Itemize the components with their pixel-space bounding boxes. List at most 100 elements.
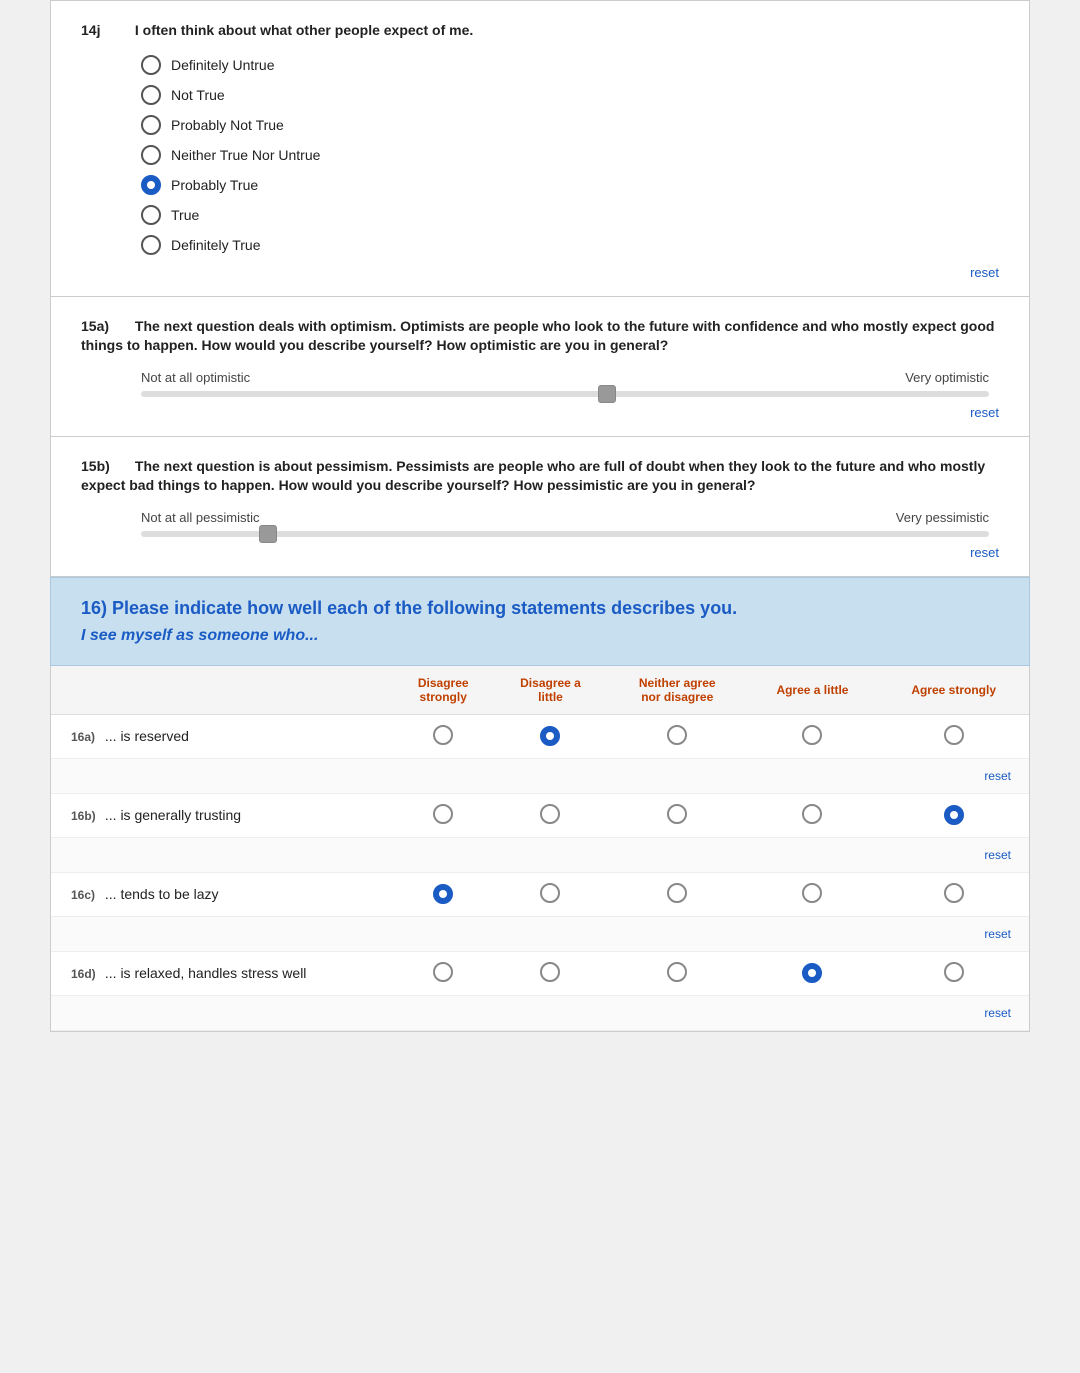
row-16a-n[interactable]: [608, 714, 747, 758]
row-16d-as[interactable]: [878, 951, 1029, 995]
q15a-slider-thumb[interactable]: [598, 385, 616, 403]
row-16c-as[interactable]: [878, 872, 1029, 916]
q15b-reset[interactable]: reset: [81, 545, 999, 560]
row-16c-al[interactable]: [747, 872, 879, 916]
table-header-row: Disagreestrongly Disagree alittle Neithe…: [51, 666, 1029, 715]
row-16a-ds[interactable]: [393, 714, 493, 758]
section-16-subtitle: I see myself as someone who...: [81, 627, 999, 645]
list-item[interactable]: True: [141, 205, 999, 225]
row-16c-reset-row: reset: [51, 916, 1029, 951]
row-16d-al[interactable]: [747, 951, 879, 995]
row-16b-al[interactable]: [747, 793, 879, 837]
radio-neither-true-nor-untrue[interactable]: [141, 145, 161, 165]
list-item[interactable]: Definitely True: [141, 235, 999, 255]
row-16c-n[interactable]: [608, 872, 747, 916]
radio-true[interactable]: [141, 205, 161, 225]
list-item[interactable]: Not True: [141, 85, 999, 105]
radio-16d-ds[interactable]: [433, 962, 453, 982]
table-row: 16d) ... is relaxed, handles stress well: [51, 951, 1029, 995]
option-label: Probably Not True: [171, 117, 284, 133]
radio-16c-dl[interactable]: [540, 883, 560, 903]
option-label: True: [171, 207, 199, 223]
radio-16c-ds[interactable]: [433, 884, 453, 904]
radio-definitely-true[interactable]: [141, 235, 161, 255]
q15b-slider-thumb[interactable]: [259, 525, 277, 543]
row-16c-reset[interactable]: reset: [59, 927, 1021, 941]
row-16a-al[interactable]: [747, 714, 879, 758]
row-16b-dl[interactable]: [493, 793, 608, 837]
row-16d-dl[interactable]: [493, 951, 608, 995]
question-15a-label: 15a) The next question deals with optimi…: [81, 317, 999, 356]
radio-16d-n[interactable]: [667, 962, 687, 982]
row-16b-ds[interactable]: [393, 793, 493, 837]
list-item[interactable]: Probably Not True: [141, 115, 999, 135]
option-label: Not True: [171, 87, 225, 103]
question-15b-label: 15b) The next question is about pessimis…: [81, 457, 999, 496]
row-16d-ds[interactable]: [393, 951, 493, 995]
row-16a-as[interactable]: [878, 714, 1029, 758]
option-label: Definitely Untrue: [171, 57, 275, 73]
row-16c-dl[interactable]: [493, 872, 608, 916]
question-15a: 15a) The next question deals with optimi…: [50, 297, 1030, 437]
radio-probably-not-true[interactable]: [141, 115, 161, 135]
q15b-slider-wrapper: [141, 531, 989, 537]
row-16b-n[interactable]: [608, 793, 747, 837]
q15a-left-label: Not at all optimistic: [141, 370, 250, 385]
col-statement: [51, 666, 393, 715]
option-label: Probably True: [171, 177, 258, 193]
section-16-header: 16) Please indicate how well each of the…: [50, 577, 1030, 666]
table-row: 16a) ... is reserved: [51, 714, 1029, 758]
radio-16a-as[interactable]: [944, 725, 964, 745]
radio-16d-as[interactable]: [944, 962, 964, 982]
radio-16d-dl[interactable]: [540, 962, 560, 982]
row-16a-text: ... is reserved: [105, 728, 189, 744]
radio-16a-n[interactable]: [667, 725, 687, 745]
radio-probably-true[interactable]: [141, 175, 161, 195]
q15b-right-label: Very pessimistic: [896, 510, 989, 525]
row-16c-ds[interactable]: [393, 872, 493, 916]
row-16a-reset[interactable]: reset: [59, 769, 1021, 783]
list-item[interactable]: Probably True: [141, 175, 999, 195]
q15b-left-label: Not at all pessimistic: [141, 510, 259, 525]
radio-16c-as[interactable]: [944, 883, 964, 903]
row-16b-reset[interactable]: reset: [59, 848, 1021, 862]
question-14j-label: 14j I often think about what other peopl…: [81, 21, 999, 41]
q15a-reset[interactable]: reset: [81, 405, 999, 420]
q15b-num: 15b): [81, 457, 131, 477]
q15b-slider-labels: Not at all pessimistic Very pessimistic: [141, 510, 989, 525]
row-16d-n[interactable]: [608, 951, 747, 995]
radio-not-true[interactable]: [141, 85, 161, 105]
radio-16b-n[interactable]: [667, 804, 687, 824]
row-16c-reset-cell: reset: [51, 916, 1029, 951]
q15a-text: The next question deals with optimism. O…: [81, 318, 994, 354]
q15a-slider-wrapper: [141, 391, 989, 397]
radio-16b-dl[interactable]: [540, 804, 560, 824]
row-16d-text: ... is relaxed, handles stress well: [105, 965, 307, 981]
row-16b-text: ... is generally trusting: [105, 807, 241, 823]
row-16b-as[interactable]: [878, 793, 1029, 837]
question-14j: 14j I often think about what other peopl…: [50, 0, 1030, 297]
row-16d-reset[interactable]: reset: [59, 1006, 1021, 1020]
radio-16a-al[interactable]: [802, 725, 822, 745]
col-neither: Neither agreenor disagree: [608, 666, 747, 715]
q15a-slider-track[interactable]: [141, 391, 989, 397]
q15b-text: The next question is about pessimism. Pe…: [81, 458, 985, 494]
row-16d-num: 16d): [71, 967, 101, 981]
radio-definitely-untrue[interactable]: [141, 55, 161, 75]
q15b-slider-track[interactable]: [141, 531, 989, 537]
radio-16a-dl[interactable]: [540, 726, 560, 746]
col-disagree-little: Disagree alittle: [493, 666, 608, 715]
radio-16b-as[interactable]: [944, 805, 964, 825]
radio-16d-al[interactable]: [802, 963, 822, 983]
row-16d-statement: 16d) ... is relaxed, handles stress well: [51, 951, 393, 995]
radio-16c-n[interactable]: [667, 883, 687, 903]
radio-16b-al[interactable]: [802, 804, 822, 824]
list-item[interactable]: Definitely Untrue: [141, 55, 999, 75]
radio-16c-al[interactable]: [802, 883, 822, 903]
radio-16b-ds[interactable]: [433, 804, 453, 824]
radio-16a-ds[interactable]: [433, 725, 453, 745]
list-item[interactable]: Neither True Nor Untrue: [141, 145, 999, 165]
q14j-reset[interactable]: reset: [81, 265, 999, 280]
row-16a-dl[interactable]: [493, 714, 608, 758]
question-15b: 15b) The next question is about pessimis…: [50, 437, 1030, 577]
